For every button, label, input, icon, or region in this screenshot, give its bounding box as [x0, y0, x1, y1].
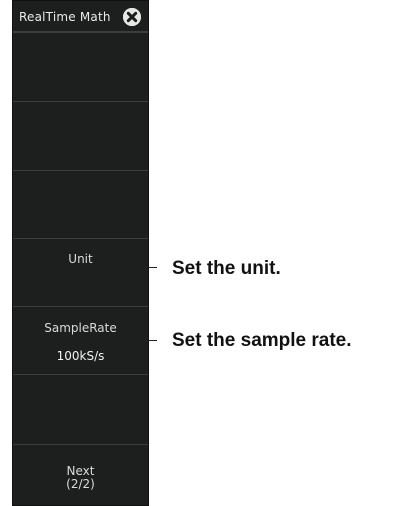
softkey-menu-panel: RealTime Math Unit SampleRate 100kS/s Ne… — [12, 0, 149, 506]
softkey-1[interactable] — [13, 32, 148, 101]
softkey-next-label: Next (2/2) — [66, 464, 95, 491]
sample-rate-callout-line — [145, 340, 157, 341]
softkey-sample-rate-label: SampleRate — [44, 321, 117, 335]
sample-rate-callout: Set the sample rate. — [172, 330, 352, 351]
sample-rate-value: 100kS/s — [56, 349, 105, 363]
softkey-3[interactable] — [13, 170, 148, 238]
softkey-sample-rate[interactable]: SampleRate 100kS/s — [13, 306, 148, 374]
unit-callout-line — [145, 267, 157, 268]
softkey-unit-label: Unit — [68, 252, 93, 266]
softkey-next[interactable]: Next (2/2) — [13, 444, 148, 506]
panel-title: RealTime Math — [19, 10, 111, 24]
softkey-unit[interactable]: Unit — [13, 238, 148, 306]
panel-header: RealTime Math — [13, 1, 148, 32]
unit-callout: Set the unit. — [172, 258, 281, 279]
page: RealTime Math Unit SampleRate 100kS/s Ne… — [0, 0, 401, 506]
close-button[interactable] — [123, 8, 141, 26]
softkey-6[interactable] — [13, 374, 148, 444]
softkey-2[interactable] — [13, 101, 148, 170]
close-icon — [123, 8, 141, 26]
